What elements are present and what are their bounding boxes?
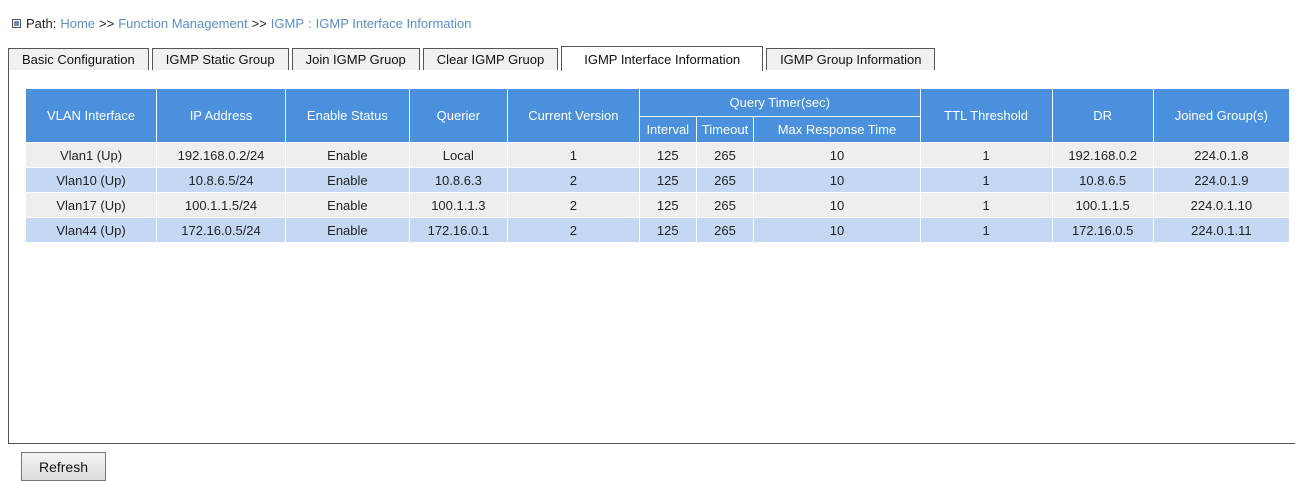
- cell-current-version: 2: [506, 167, 640, 193]
- table-row: Vlan1 (Up) 192.168.0.2/24 Enable Local 1…: [24, 142, 1291, 168]
- tab-join-igmp-group[interactable]: Join IGMP Gruop: [291, 48, 420, 70]
- cell-max-response-time: 10: [753, 217, 921, 243]
- col-header-timeout: Timeout: [695, 116, 755, 143]
- cell-enable-status: Enable: [285, 217, 410, 243]
- cell-vlan-interface: Vlan17 (Up): [24, 192, 158, 218]
- cell-timeout: 265: [695, 142, 755, 168]
- cell-vlan-interface: Vlan10 (Up): [24, 167, 158, 193]
- cell-interval: 125: [638, 192, 697, 218]
- breadcrumb-separator: >>: [99, 15, 115, 31]
- cell-timeout: 265: [695, 167, 755, 193]
- col-header-current-version: Current Version: [506, 88, 640, 143]
- tab-clear-igmp-group[interactable]: Clear IGMP Gruop: [422, 48, 559, 70]
- tab-bar: Basic Configuration IGMP Static Group Jo…: [8, 46, 938, 71]
- tab-basic-configuration[interactable]: Basic Configuration: [8, 48, 149, 70]
- breadcrumb-igmp-link[interactable]: IGMP: [271, 16, 304, 31]
- col-header-max-response-time: Max Response Time: [753, 116, 921, 143]
- tab-igmp-static-group[interactable]: IGMP Static Group: [151, 48, 289, 70]
- cell-dr: 192.168.0.2: [1051, 142, 1154, 168]
- tab-igmp-interface-information[interactable]: IGMP Interface Information: [561, 46, 764, 71]
- col-header-enable-status: Enable Status: [285, 88, 410, 143]
- col-header-ttl-threshold: TTL Threshold: [919, 88, 1053, 143]
- col-header-querier: Querier: [408, 88, 508, 143]
- col-header-dr: DR: [1051, 88, 1154, 143]
- cell-max-response-time: 10: [753, 142, 921, 168]
- breadcrumb-home-link[interactable]: Home: [60, 16, 95, 31]
- cell-dr: 10.8.6.5: [1051, 167, 1154, 193]
- cell-ttl-threshold: 1: [919, 142, 1053, 168]
- breadcrumb-separator: :: [308, 15, 312, 31]
- cell-current-version: 2: [506, 192, 640, 218]
- cell-max-response-time: 10: [753, 192, 921, 218]
- cell-max-response-time: 10: [753, 167, 921, 193]
- cell-joined-groups: 224.0.1.9: [1152, 167, 1291, 193]
- cell-querier: 100.1.1.3: [408, 192, 508, 218]
- cell-current-version: 2: [506, 217, 640, 243]
- breadcrumb-current-page: IGMP Interface Information: [315, 15, 472, 31]
- cell-ip-address: 100.1.1.5/24: [156, 192, 286, 218]
- cell-enable-status: Enable: [285, 167, 410, 193]
- cell-ip-address: 10.8.6.5/24: [156, 167, 286, 193]
- cell-interval: 125: [638, 167, 697, 193]
- content-panel: VLAN Interface IP Address Enable Status …: [8, 70, 1295, 444]
- cell-current-version: 1: [506, 142, 640, 168]
- cell-ttl-threshold: 1: [919, 192, 1053, 218]
- col-header-ip-address: IP Address: [156, 88, 286, 143]
- path-square-icon: [12, 18, 21, 28]
- cell-timeout: 265: [695, 192, 755, 218]
- col-header-query-timer: Query Timer(sec): [638, 88, 921, 117]
- cell-ip-address: 192.168.0.2/24: [156, 142, 286, 168]
- table-row: Vlan17 (Up) 100.1.1.5/24 Enable 100.1.1.…: [24, 192, 1291, 218]
- cell-dr: 172.16.0.5: [1051, 217, 1154, 243]
- igmp-interface-table: VLAN Interface IP Address Enable Status …: [24, 88, 1291, 243]
- cell-timeout: 265: [695, 217, 755, 243]
- cell-ip-address: 172.16.0.5/24: [156, 217, 286, 243]
- cell-enable-status: Enable: [285, 142, 410, 168]
- breadcrumb-function-management-link[interactable]: Function Management: [118, 16, 247, 31]
- col-header-vlan-interface: VLAN Interface: [24, 88, 158, 143]
- cell-vlan-interface: Vlan44 (Up): [24, 217, 158, 243]
- table-row: Vlan44 (Up) 172.16.0.5/24 Enable 172.16.…: [24, 217, 1291, 243]
- col-header-joined-groups: Joined Group(s): [1152, 88, 1291, 143]
- cell-ttl-threshold: 1: [919, 167, 1053, 193]
- breadcrumb-separator: >>: [251, 15, 267, 31]
- cell-ttl-threshold: 1: [919, 217, 1053, 243]
- cell-enable-status: Enable: [285, 192, 410, 218]
- col-header-interval: Interval: [638, 116, 697, 143]
- cell-joined-groups: 224.0.1.10: [1152, 192, 1291, 218]
- cell-querier: 10.8.6.3: [408, 167, 508, 193]
- cell-vlan-interface: Vlan1 (Up): [24, 142, 158, 168]
- cell-querier: Local: [408, 142, 508, 168]
- cell-interval: 125: [638, 217, 697, 243]
- breadcrumb: Path: Home >> Function Management >> IGM…: [12, 14, 471, 32]
- tab-igmp-group-information[interactable]: IGMP Group Information: [766, 48, 936, 70]
- breadcrumb-label: Path:: [26, 15, 57, 31]
- table-row: Vlan10 (Up) 10.8.6.5/24 Enable 10.8.6.3 …: [24, 167, 1291, 193]
- cell-joined-groups: 224.0.1.8: [1152, 142, 1291, 168]
- cell-joined-groups: 224.0.1.11: [1152, 217, 1291, 243]
- cell-interval: 125: [638, 142, 697, 168]
- refresh-button[interactable]: Refresh: [21, 452, 106, 481]
- cell-querier: 172.16.0.1: [408, 217, 508, 243]
- cell-dr: 100.1.1.5: [1051, 192, 1154, 218]
